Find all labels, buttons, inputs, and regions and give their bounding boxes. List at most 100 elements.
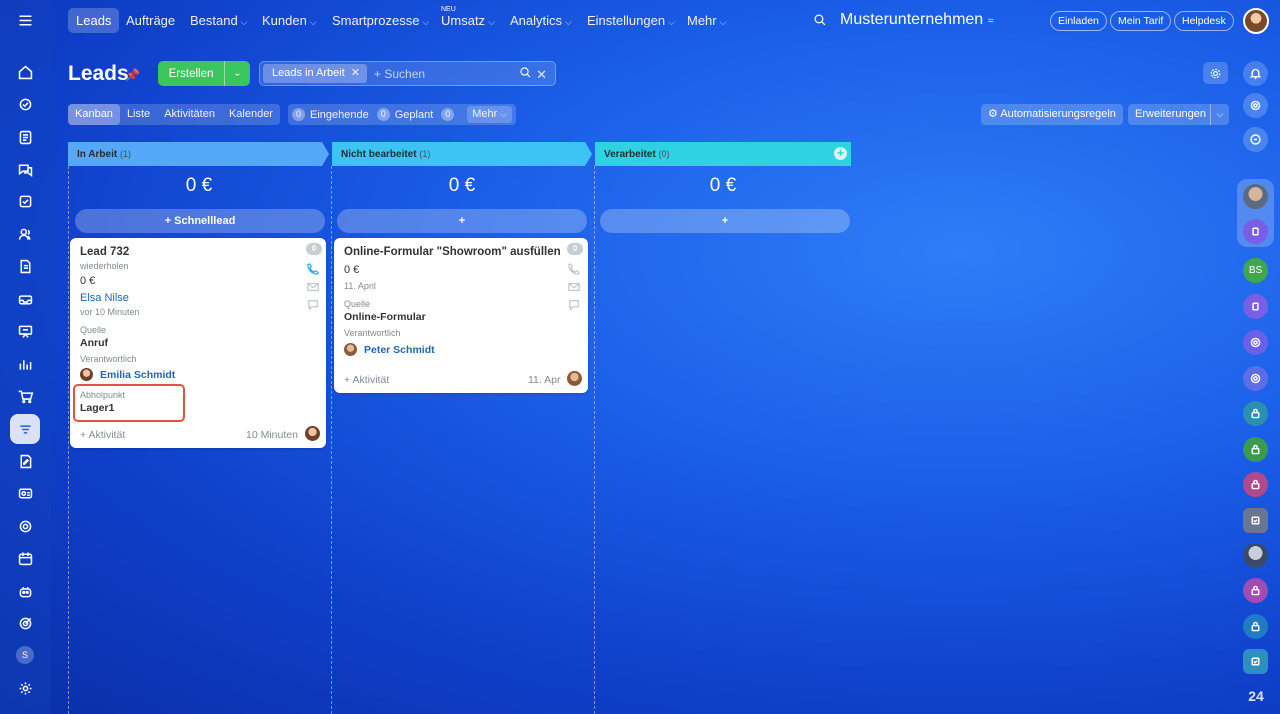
tab-calendar[interactable]: Kalender [222, 104, 280, 125]
avatar[interactable] [1243, 543, 1268, 568]
counter-more-label[interactable]: 0 [441, 108, 459, 121]
copilot-chat-icon[interactable] [1243, 330, 1268, 355]
checkbox-icon[interactable] [1243, 508, 1268, 533]
document-icon[interactable] [10, 251, 40, 281]
add-activity-button[interactable]: + Aktivität [80, 429, 125, 441]
chat-icon[interactable] [568, 299, 580, 311]
inbox-icon[interactable] [10, 284, 40, 314]
filter-chip[interactable]: Leads in Arbeit ✕ [263, 64, 367, 83]
lead-card[interactable]: Lead 732 0 wiederholen 0 € Elsa Nilse vo… [70, 238, 326, 448]
nav-revenue[interactable]: Umsatz ⌵ [433, 8, 503, 33]
card-contact[interactable]: Elsa Nilse [80, 292, 129, 304]
user-initial-icon[interactable]: S [16, 646, 34, 664]
column-header-verarbeitet[interactable]: Verarbeitet (0) [595, 142, 669, 166]
invite-button[interactable]: Einladen [1050, 11, 1107, 31]
chat-channel-icon[interactable] [1243, 294, 1268, 319]
counter-more[interactable]: Mehr ⌵ [467, 106, 513, 123]
counter-planned[interactable]: 0 Geplant [376, 108, 433, 121]
company-name[interactable]: Musterunternehmen ≈ [840, 11, 994, 29]
search-input[interactable]: + Suchen [374, 67, 425, 81]
chat-channel-icon[interactable] [1243, 219, 1268, 244]
search-icon[interactable] [519, 67, 532, 82]
avatar[interactable]: BS [1243, 258, 1268, 283]
email-icon[interactable] [307, 281, 319, 293]
create-button-label[interactable]: Erstellen [158, 68, 224, 80]
add-column-icon[interactable]: + [834, 147, 847, 160]
avatar[interactable] [567, 371, 582, 386]
card-title[interactable]: Online-Formular "Showroom" ausfüllen [344, 246, 561, 258]
close-icon[interactable]: ✕ [351, 67, 360, 79]
column-header-in-arbeit[interactable]: In Arbeit (1) [68, 142, 131, 166]
add-activity-button[interactable]: + Aktivität [344, 374, 389, 386]
filter-search-box[interactable]: Leads in Arbeit ✕ + Suchen ✕ [259, 61, 556, 86]
menu-icon[interactable] [10, 5, 40, 35]
crm-funnel-icon[interactable] [10, 414, 40, 444]
nav-leads[interactable]: Leads [68, 8, 120, 33]
target-icon[interactable] [10, 608, 40, 638]
tab-kanban[interactable]: Kanban [68, 104, 120, 125]
search-chat-icon[interactable] [1243, 127, 1268, 152]
clear-icon[interactable]: ✕ [536, 67, 547, 82]
bot-icon[interactable] [10, 576, 40, 606]
checkbox-icon[interactable] [10, 186, 40, 216]
avatar[interactable] [1243, 184, 1268, 209]
settings-gear-icon[interactable] [10, 673, 40, 703]
create-button[interactable]: Erstellen ⌄ [158, 61, 250, 86]
analytics-icon[interactable] [10, 349, 40, 379]
automation-rules-button[interactable]: ⚙ Automatisierungsregeln [981, 104, 1123, 125]
lock-icon[interactable] [1243, 472, 1268, 497]
lock-icon[interactable] [1243, 437, 1268, 462]
quick-lead-button[interactable]: + Schnelllead [75, 209, 325, 233]
bell-icon[interactable] [1243, 61, 1268, 86]
chevron-down-icon[interactable]: ⌵ [1211, 104, 1229, 125]
card-responsible[interactable]: Emilia Schmidt [80, 368, 175, 381]
tab-list[interactable]: Liste [120, 104, 157, 125]
add-lead-button[interactable]: + [337, 209, 587, 233]
pin-icon[interactable]: 📌 [125, 68, 140, 82]
nav-inventory[interactable]: Bestand ⌵ [182, 8, 256, 33]
lead-card[interactable]: Online-Formular "Showroom" ausfüllen 0 0… [334, 238, 588, 393]
email-icon[interactable] [568, 281, 580, 293]
nav-more[interactable]: Mehr ⌵ [679, 8, 734, 33]
nav-orders[interactable]: Aufträge [118, 8, 183, 33]
column-header-nicht-bearbeitet[interactable]: Nicht bearbeitet (1) [332, 142, 430, 166]
card-responsible[interactable]: Peter Schmidt [344, 343, 435, 356]
contacts-icon[interactable] [10, 219, 40, 249]
edit-doc-icon[interactable] [10, 446, 40, 476]
chat-icon[interactable] [10, 154, 40, 184]
bitrix24-logo[interactable]: 24 [1244, 688, 1268, 708]
search-icon[interactable] [813, 13, 827, 32]
user-avatar[interactable] [1243, 8, 1269, 34]
settings-button[interactable] [1203, 62, 1228, 84]
avatar[interactable] [305, 426, 320, 441]
id-card-icon[interactable] [10, 478, 40, 508]
lock-icon[interactable] [1243, 614, 1268, 639]
lock-icon[interactable] [1243, 401, 1268, 426]
plan-button[interactable]: Mein Tarif [1110, 11, 1172, 31]
chat-icon[interactable] [307, 299, 319, 311]
add-lead-button[interactable]: + [600, 209, 850, 233]
lock-icon[interactable] [1243, 578, 1268, 603]
extensions-button[interactable]: Erweiterungen ⌵ [1128, 104, 1229, 125]
board-icon[interactable] [10, 316, 40, 346]
copilot-icon[interactable] [1243, 93, 1268, 118]
phone-icon[interactable] [568, 263, 580, 275]
cart-icon[interactable] [10, 381, 40, 411]
checkbox-icon[interactable] [1243, 649, 1268, 674]
copilot-chat-icon[interactable] [1243, 366, 1268, 391]
counter-incoming[interactable]: 0 Eingehende [292, 108, 369, 121]
support-icon[interactable] [10, 511, 40, 541]
calendar-icon[interactable] [10, 543, 40, 573]
nav-settings[interactable]: Einstellungen ⌵ [579, 8, 683, 33]
nav-analytics[interactable]: Analytics ⌵ [502, 8, 580, 33]
feed-icon[interactable] [10, 122, 40, 152]
nav-smart-processes[interactable]: Smartprozesse ⌵ [324, 8, 437, 33]
helpdesk-button[interactable]: Helpdesk [1174, 11, 1234, 31]
card-title[interactable]: Lead 732 [80, 246, 129, 258]
tasks-icon[interactable] [10, 89, 40, 119]
home-icon[interactable] [10, 57, 40, 87]
nav-customers[interactable]: Kunden ⌵ [254, 8, 325, 33]
tab-activities[interactable]: Aktivitäten [157, 104, 222, 125]
phone-icon[interactable] [307, 263, 319, 275]
chevron-down-icon[interactable]: ⌄ [225, 68, 250, 79]
